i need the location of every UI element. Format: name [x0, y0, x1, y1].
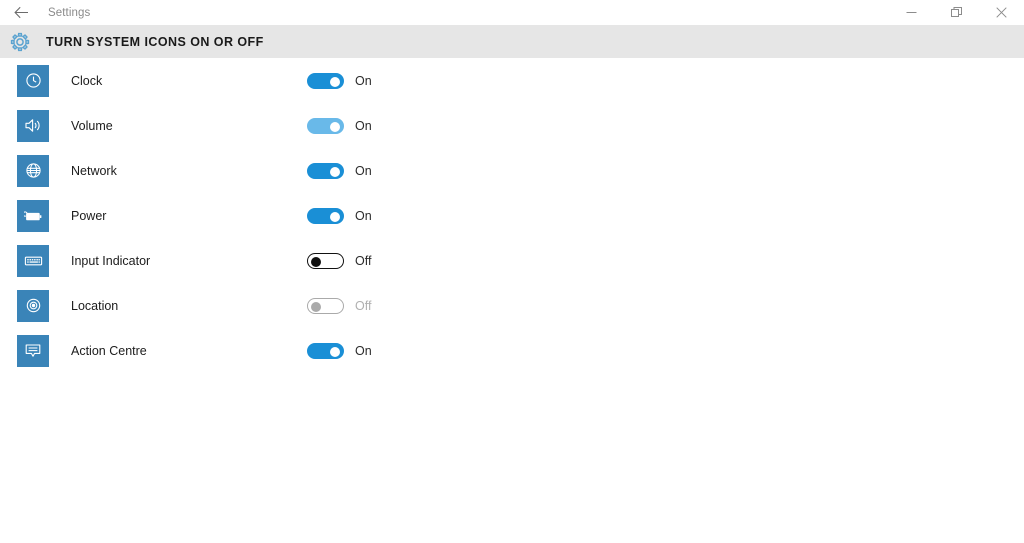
list-item: Volume On [0, 103, 1024, 148]
keyboard-icon [17, 244, 49, 277]
gear-icon [2, 32, 38, 52]
battery-icon [17, 199, 49, 232]
minimize-icon [906, 7, 917, 18]
page-title: TURN SYSTEM ICONS ON OR OFF [46, 34, 264, 49]
toggle-switch-location[interactable] [307, 297, 344, 314]
clock-icon [17, 64, 49, 97]
toggle-knob [330, 76, 340, 87]
toggle-knob [311, 256, 321, 267]
list-item: Location Off [0, 283, 1024, 328]
window-controls [889, 0, 1024, 25]
toggle-knob [330, 346, 340, 357]
back-arrow-icon [13, 6, 29, 19]
list-item-label: Clock [71, 73, 103, 88]
title-bar: Settings [0, 0, 1024, 25]
list-item: Clock On [0, 58, 1024, 103]
toggle-knob [330, 121, 340, 132]
toggle-switch-network[interactable] [307, 162, 344, 179]
back-button[interactable] [0, 0, 42, 25]
list-item-label: Network [71, 163, 117, 178]
toggle-state-label: On [355, 208, 372, 223]
toggle-knob [330, 166, 340, 177]
list-item: Action Centre On [0, 328, 1024, 373]
toggle-state-label: On [355, 163, 372, 178]
location-icon [17, 289, 49, 322]
toggle-state-label: Off [355, 298, 372, 313]
toggle-state-label: On [355, 73, 372, 88]
toggle-knob [311, 301, 321, 312]
app-title: Settings [48, 6, 91, 19]
toggle-switch-action-centre[interactable] [307, 342, 344, 359]
list-item: Input Indicator Off [0, 238, 1024, 283]
toggle-switch-power[interactable] [307, 207, 344, 224]
list-item-label: Power [71, 208, 107, 223]
close-icon [996, 7, 1007, 18]
toggle-state-label: Off [355, 253, 372, 268]
action-centre-icon [17, 334, 49, 367]
toggle-switch-volume[interactable] [307, 117, 344, 134]
list-item-label: Input Indicator [71, 253, 151, 268]
list-item-label: Volume [71, 118, 113, 133]
network-globe-icon [17, 154, 49, 187]
list-item-label: Action Centre [71, 343, 147, 358]
volume-icon [17, 109, 49, 142]
toggle-switch-input-indicator[interactable] [307, 252, 344, 269]
maximize-button[interactable] [934, 0, 979, 25]
toggle-knob [330, 211, 340, 222]
page-header: TURN SYSTEM ICONS ON OR OFF [0, 25, 1024, 58]
toggle-switch-clock[interactable] [307, 72, 344, 89]
minimize-button[interactable] [889, 0, 934, 25]
toggle-state-label: On [355, 343, 372, 358]
list-item: Power On [0, 193, 1024, 238]
close-button[interactable] [979, 0, 1024, 25]
toggle-state-label: On [355, 118, 372, 133]
list-item: Network On [0, 148, 1024, 193]
system-icons-list: Clock On Volume On Network On Power On I… [0, 58, 1024, 373]
restore-icon [951, 7, 962, 18]
list-item-label: Location [71, 298, 119, 313]
